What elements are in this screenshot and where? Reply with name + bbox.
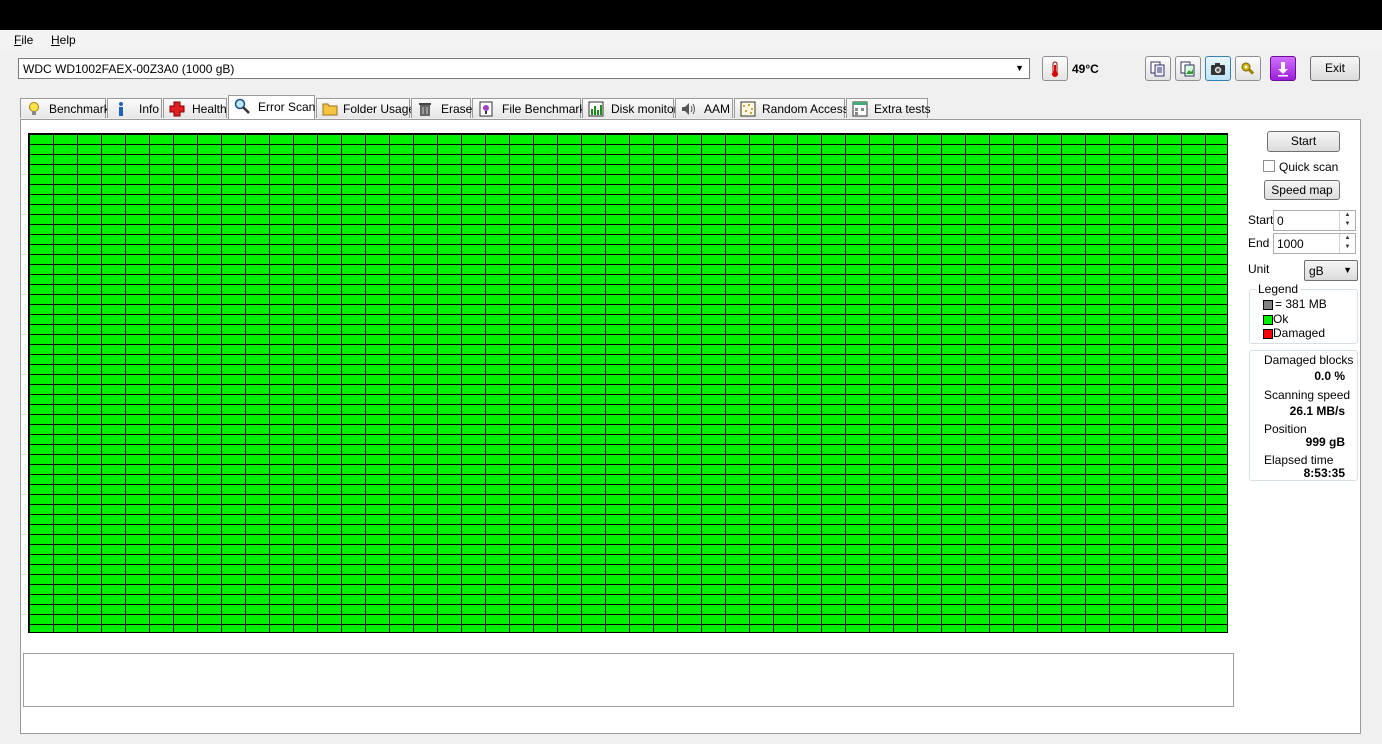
tab-random-access[interactable]: Random Access [734,98,849,118]
unit-select[interactable]: gB ▼ [1304,260,1358,281]
tab-label: File Benchmark [502,102,586,116]
tab-label: Folder Usage [343,102,416,116]
copy-text-button[interactable] [1145,56,1171,81]
scan-block-grid [28,133,1228,633]
temperature-value: 49°C [1072,62,1099,76]
folder-icon [322,103,338,116]
legend-title: Legend [1256,282,1301,296]
start-label: Start [1248,213,1274,227]
copy-text-icon [1150,61,1165,77]
spin-arrows-icon[interactable]: ▲ ▼ [1339,234,1355,253]
screenshot-button[interactable] [1205,56,1231,81]
temperature-button[interactable] [1042,56,1068,81]
block-size-label: = 381 MB [1275,297,1327,311]
menu-bar: File Help [0,30,1382,49]
tab-label: Erase [441,102,473,116]
damaged-label: Damaged [1273,326,1326,340]
block-size-swatch [1263,300,1273,310]
tab-label: Extra tests [874,102,931,116]
scan-stats-group: Damaged blocks 0.0 % Scanning speed 26.1… [1249,350,1358,481]
menu-file[interactable]: File [14,33,33,47]
tab-strip: Benchmark Info Health Error Scan Folder … [20,95,1240,119]
start-scan-button[interactable]: Start [1267,131,1340,152]
tab-aam[interactable]: AAM [675,98,733,118]
elapsed-time-label: Elapsed time [1264,453,1334,467]
spin-arrows-icon[interactable]: ▲ ▼ [1339,211,1355,230]
end-label: End [1248,236,1270,250]
speed-map-button[interactable]: Speed map [1264,180,1340,200]
scanning-speed-value: 26.1 MB/s [1289,404,1345,418]
extra-tests-icon [852,101,868,117]
legend-group: Legend = 381 MB Ok Damaged [1249,282,1358,344]
tab-label: AAM [704,102,731,116]
info-icon [119,102,123,116]
options-button[interactable] [1235,56,1261,81]
tab-erase[interactable]: Erase [411,98,473,118]
elapsed-time-value: 8:53:35 [1303,466,1345,480]
download-button[interactable] [1270,56,1296,81]
damaged-swatch [1263,329,1273,339]
thermometer-icon [1052,61,1058,77]
chevron-down-icon: ▼ [1343,265,1352,275]
health-cross-icon [169,101,185,117]
tab-health[interactable]: Health [163,98,227,118]
scanning-speed-label: Scanning speed [1264,388,1351,402]
end-spinbox[interactable]: 1000 ▲ ▼ [1273,233,1356,254]
unit-label: Unit [1248,262,1270,276]
damaged-blocks-label: Damaged blocks [1264,353,1354,367]
quick-scan-checkbox[interactable] [1263,160,1275,172]
tab-error-scan[interactable]: Error Scan [228,95,315,119]
download-arrow-icon [1278,62,1288,77]
exit-button[interactable]: Exit [1310,56,1360,81]
tab-label: Error Scan [258,100,316,114]
speaker-icon [682,103,695,115]
camera-icon [1211,63,1225,75]
tab-label: Disk monitor [611,102,678,116]
damaged-blocks-value: 0.0 % [1314,369,1345,383]
random-access-icon [740,101,756,117]
copy-image-button[interactable] [1175,56,1201,81]
tab-extra-tests[interactable]: Extra tests [846,98,931,118]
benchmark-icon [29,102,39,115]
ok-swatch [1263,315,1273,325]
tab-info[interactable]: Info [107,98,162,118]
drive-select[interactable]: WDC WD1002FAEX-00Z3A0 (1000 gB) ▼ [18,58,1030,79]
chevron-down-icon: ▼ [1015,63,1024,73]
tab-disk-monitor[interactable]: Disk monitor [582,98,678,118]
start-value: 0 [1277,214,1284,228]
tools-icon [1241,62,1255,75]
magnifier-icon [234,98,250,114]
unit-value: gB [1309,264,1324,278]
menu-help[interactable]: Help [51,33,76,47]
file-benchmark-icon [479,101,493,117]
position-label: Position [1264,422,1307,436]
position-value: 999 gB [1305,435,1345,449]
quick-scan-label: Quick scan [1279,160,1339,174]
start-spinbox[interactable]: 0 ▲ ▼ [1273,210,1356,231]
tab-folder-usage[interactable]: Folder Usage [316,98,415,118]
trash-icon [419,103,431,116]
tab-benchmark[interactable]: Benchmark [20,98,110,118]
tab-label: Health [192,102,227,116]
tab-label: Info [139,102,160,116]
copy-image-icon [1180,61,1195,77]
log-textbox[interactable] [23,653,1234,707]
tab-label: Random Access [762,102,849,116]
tab-file-benchmark[interactable]: File Benchmark [472,98,585,118]
tab-label: Benchmark [49,102,110,116]
end-value: 1000 [1277,237,1304,251]
disk-monitor-icon [588,101,604,117]
drive-select-value: WDC WD1002FAEX-00Z3A0 (1000 gB) [23,62,235,76]
ok-label: Ok [1273,312,1289,326]
